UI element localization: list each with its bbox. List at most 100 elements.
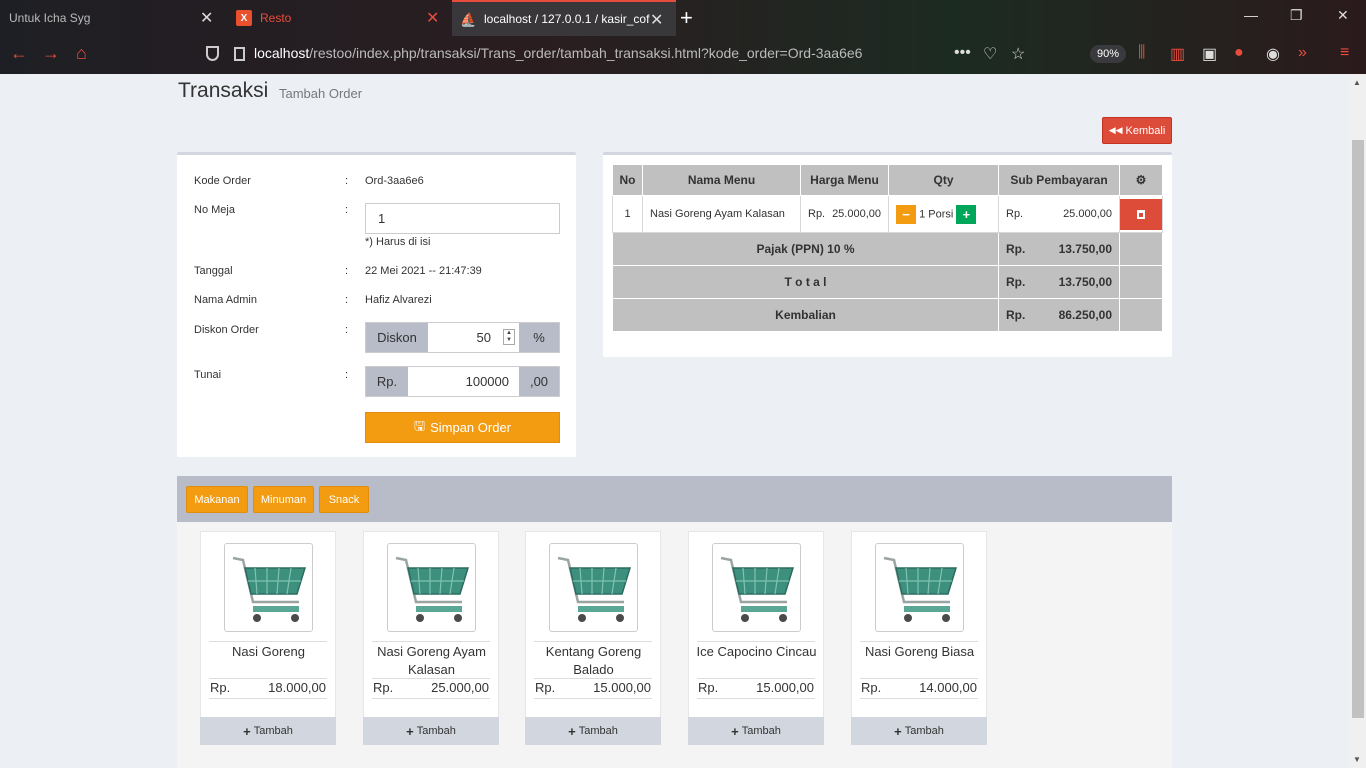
home-icon[interactable]: ⌂ — [76, 43, 87, 64]
add-label: Tambah — [416, 725, 456, 737]
category-makanan-button[interactable]: Makanan — [186, 486, 248, 513]
tab-title: localhost / 127.0.0.1 / kasir_cof — [484, 12, 650, 26]
divider — [860, 678, 978, 679]
close-tab-icon[interactable]: ✕ — [426, 8, 439, 28]
account-icon[interactable]: ● — [1234, 44, 1244, 62]
divider — [860, 641, 978, 642]
menu-name: Ice Capocino Cincau — [696, 644, 817, 659]
minimize-icon[interactable]: — — [1244, 7, 1258, 23]
delete-button[interactable] — [1120, 198, 1162, 230]
divider — [372, 678, 490, 679]
close-window-icon[interactable]: ✕ — [1337, 7, 1349, 24]
close-tab-icon[interactable]: ✕ — [650, 10, 663, 30]
empty-cell — [1119, 265, 1163, 299]
divider — [534, 641, 652, 642]
tab-untuk-icha[interactable]: Untuk Icha Syg ✕ — [0, 0, 220, 36]
add-menu-button[interactable]: + Tambah — [200, 717, 336, 745]
diskon-input[interactable]: 50 ▲ ▼ — [428, 323, 519, 352]
tab-resto[interactable]: X Resto ✕ — [228, 0, 448, 36]
menu-rp: Rp. — [373, 680, 394, 695]
add-menu-button[interactable]: + Tambah — [688, 717, 824, 745]
add-menu-button[interactable]: + Tambah — [851, 717, 987, 745]
row-sub: Rp. 25.000,00 — [998, 195, 1120, 233]
menu-card: Kentang Goreng Balado Rp. 15.000,00 + Tam… — [525, 531, 661, 745]
cart-image — [549, 543, 638, 632]
col-qty: Qty — [888, 164, 999, 196]
sidebar-icon[interactable]: ▥ — [1170, 44, 1185, 64]
extension2-icon[interactable]: ◉ — [1266, 44, 1280, 64]
url-text[interactable]: localhost/restoo/index.php/transaksi/Tra… — [254, 45, 862, 61]
library-icon[interactable]: ⫼ — [1138, 44, 1145, 62]
extension-icon[interactable]: ▣ — [1202, 44, 1217, 64]
total-row: T o t a l Rp. 13.750,00 — [612, 265, 1163, 299]
category-minuman-button[interactable]: Minuman — [253, 486, 314, 513]
colon: : — [345, 175, 349, 187]
back-icon[interactable]: ← — [10, 43, 28, 64]
colon: : — [345, 294, 349, 306]
url-host: localhost — [254, 45, 310, 61]
pajak-label: Pajak (PPN) 10 % — [612, 232, 999, 266]
sub-value: 25.000,00 — [1063, 208, 1112, 220]
no-meja-input[interactable] — [365, 203, 560, 234]
shield-icon[interactable] — [206, 46, 219, 61]
colon: : — [345, 324, 349, 336]
scrollbar-thumb[interactable] — [1352, 140, 1364, 718]
menu-card: Nasi Goreng Rp. 18.000,00 + Tambah — [200, 531, 336, 745]
menu-price: 14.000,00 — [919, 680, 977, 695]
kode-order-label: Kode Order — [194, 175, 251, 187]
table-header: No Nama Menu Harga Menu Qty Sub Pembayar… — [612, 164, 1163, 196]
minus-qty-button[interactable]: − — [896, 204, 916, 224]
category-snack-button[interactable]: Snack — [319, 486, 369, 513]
spinner-icon[interactable]: ▲ ▼ — [503, 329, 515, 345]
star-icon[interactable]: ☆ — [1011, 44, 1025, 64]
empty-cell — [1119, 232, 1163, 266]
phpmyadmin-icon: ⛵ — [460, 12, 477, 27]
rp: Rp. — [808, 208, 826, 220]
address-bar[interactable]: localhost/restoo/index.php/transaksi/Tra… — [198, 40, 1126, 68]
more-icon[interactable]: ••• — [954, 44, 971, 62]
menu-icon[interactable]: ≡ — [1340, 44, 1349, 62]
category-bar: Makanan Minuman Snack — [177, 476, 1172, 522]
new-tab-icon[interactable]: + — [680, 5, 693, 31]
gear-icon: ⚙ — [1119, 164, 1163, 196]
plus-qty-button[interactable]: + — [956, 204, 977, 224]
tab-phpmyadmin[interactable]: ⛵ localhost / 127.0.0.1 / kasir_cof ✕ — [452, 0, 676, 36]
plus-icon: + — [894, 723, 902, 739]
row-no: 1 — [612, 195, 643, 233]
divider — [372, 641, 490, 642]
tab-title: Untuk Icha Syg — [9, 11, 91, 25]
scroll-down-icon[interactable]: ▼ — [1353, 755, 1361, 764]
add-menu-button[interactable]: + Tambah — [363, 717, 499, 745]
total-label: T o t a l — [612, 265, 999, 299]
order-table-box: No Nama Menu Harga Menu Qty Sub Pembayar… — [603, 152, 1172, 357]
admin-value: Hafiz Alvarezi — [365, 294, 432, 306]
add-menu-button[interactable]: + Tambah — [525, 717, 661, 745]
overflow-icon[interactable]: » — [1298, 44, 1307, 62]
menu-card: Ice Capocino Cincau Rp. 15.000,00 + Tamba… — [688, 531, 824, 745]
zoom-level[interactable]: 90% — [1090, 45, 1126, 63]
scroll-up-icon[interactable]: ▲ — [1353, 78, 1361, 87]
close-tab-icon[interactable]: ✕ — [200, 8, 213, 28]
menu-price: 18.000,00 — [268, 680, 326, 695]
total-value: 13.750,00 — [1058, 275, 1112, 289]
restore-icon[interactable]: ❐ — [1290, 7, 1303, 24]
row-price: Rp. 25.000,00 — [800, 195, 889, 233]
back-button[interactable]: ◀◀ Kembali — [1102, 117, 1172, 144]
pocket-icon[interactable]: ♡ — [983, 44, 997, 64]
rp: Rp. — [1006, 275, 1026, 289]
menu-price: 25.000,00 — [431, 680, 489, 695]
menu-rp: Rp. — [861, 680, 882, 695]
save-order-label: Simpan Order — [430, 420, 511, 435]
diskon-unit: % — [519, 323, 559, 352]
page-subtitle: Tambah Order — [279, 86, 363, 101]
no-meja-label: No Meja — [194, 204, 235, 216]
page-title: Transaksi — [178, 79, 269, 102]
order-table: No Nama Menu Harga Menu Qty Sub Pembayar… — [612, 164, 1163, 332]
tunai-input[interactable]: 100000 — [408, 367, 519, 396]
forward-icon[interactable]: → — [42, 43, 60, 64]
url-path: /restoo/index.php/transaksi/Trans_order/… — [309, 45, 863, 61]
total-cell: Rp. 13.750,00 — [998, 265, 1120, 299]
page-info-icon[interactable] — [234, 47, 245, 61]
save-order-button[interactable]: 🖫 Simpan Order — [365, 412, 560, 443]
row-qty: − 1 Porsi + — [888, 195, 999, 233]
